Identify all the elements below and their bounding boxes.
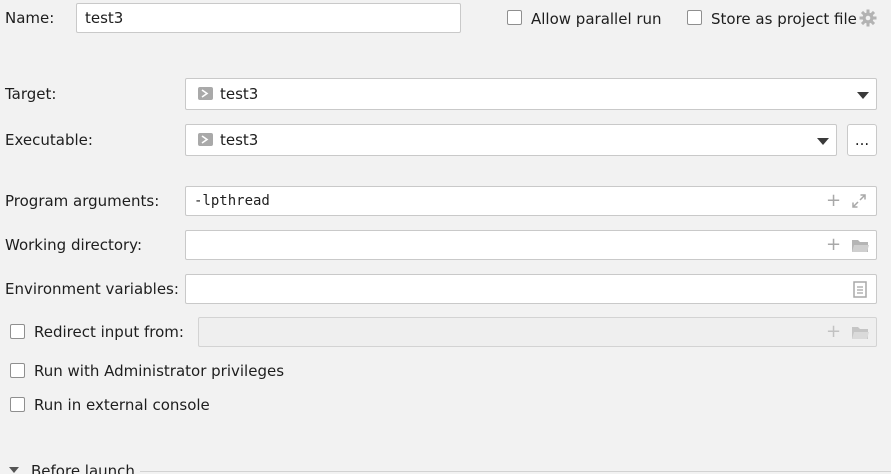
name-value: test3	[85, 9, 124, 27]
target-label: Target:	[5, 85, 57, 103]
gear-icon[interactable]	[859, 9, 877, 27]
working-directory-field[interactable]: +	[185, 230, 877, 260]
store-as-project-file-label: Store as project file	[711, 10, 857, 28]
redirect-input-label: Redirect input from:	[34, 323, 184, 341]
redirect-input-checkbox[interactable]	[10, 324, 25, 339]
allow-parallel-run-checkbox[interactable]	[507, 10, 522, 25]
program-arguments-field[interactable]: -lpthread +	[185, 186, 877, 216]
executable-dropdown[interactable]: test3	[185, 124, 837, 156]
working-directory-label: Working directory:	[5, 236, 143, 254]
name-field[interactable]: test3	[76, 3, 461, 33]
program-arguments-label: Program arguments:	[5, 192, 160, 210]
chevron-down-icon	[817, 138, 829, 145]
folder-icon[interactable]	[851, 238, 870, 253]
redirect-input-field[interactable]: +	[198, 317, 877, 347]
target-dropdown[interactable]: test3	[185, 78, 877, 110]
run-as-admin-label: Run with Administrator privileges	[34, 362, 285, 380]
before-launch-label: Before launch	[31, 462, 135, 474]
document-icon[interactable]	[853, 281, 867, 298]
divider	[140, 471, 891, 472]
before-launch-section[interactable]: Before launch	[0, 454, 891, 474]
plus-icon[interactable]: +	[826, 236, 841, 254]
chevron-down-icon	[857, 92, 869, 99]
environment-variables-field[interactable]	[185, 274, 877, 304]
plus-icon: +	[826, 321, 842, 342]
target-value: test3	[220, 85, 259, 103]
browse-executable-button[interactable]: ...	[847, 124, 877, 156]
external-console-label: Run in external console	[34, 396, 210, 414]
run-config-icon	[198, 133, 213, 146]
executable-label: Executable:	[5, 131, 93, 149]
expand-icon[interactable]	[851, 193, 867, 209]
environment-variables-label: Environment variables:	[5, 280, 179, 298]
folder-icon	[852, 327, 869, 339]
store-as-project-file-checkbox[interactable]	[687, 10, 702, 25]
program-arguments-value: -lpthread	[194, 193, 270, 209]
allow-parallel-run-label: Allow parallel run	[531, 10, 662, 28]
name-label: Name:	[5, 9, 55, 27]
external-console-checkbox[interactable]	[10, 397, 25, 412]
run-as-admin-checkbox[interactable]	[10, 363, 25, 378]
executable-value: test3	[220, 131, 259, 149]
chevron-down-icon	[9, 467, 19, 473]
run-config-icon	[198, 87, 213, 100]
plus-icon[interactable]: +	[826, 192, 841, 210]
